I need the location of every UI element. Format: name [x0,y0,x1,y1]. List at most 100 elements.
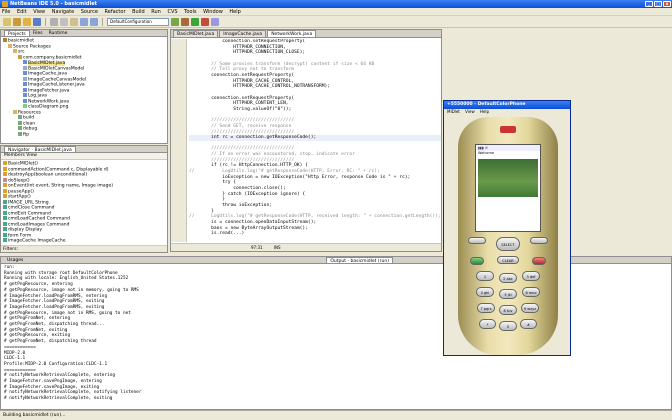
member-item[interactable]: imageCache ImageCache [3,238,165,244]
file-icon [23,65,27,70]
emulator-menu-help[interactable]: Help [480,109,489,114]
navigator-title[interactable]: Navigator - BasicMIDlet.java [4,146,76,153]
toolbar-separator [102,17,103,26]
folder-icon [8,43,12,48]
netbeans-app-icon [2,1,8,7]
tab-runtime[interactable]: Runtime [46,30,71,36]
maximize-button[interactable]: □ [654,1,662,7]
menu-tools[interactable]: Tools [184,9,196,15]
project-icon [3,38,7,42]
field-icon [3,216,7,220]
window-title-bar[interactable]: NetBeans IDE 5.0 - basicmidlet _ □ x [0,0,672,8]
soccer-image [478,159,538,197]
editor-tab-networkwork[interactable]: NetworkWork.java [267,30,317,37]
java-file-icon [23,71,27,75]
key-3[interactable]: 3 def [522,271,540,281]
debug-icon[interactable] [201,17,209,26]
configuration-select[interactable]: DefaultConfiguration [107,17,169,26]
menu-bar: File Edit View Navigate Source Refactor … [0,8,672,16]
folder-icon [13,109,17,114]
editor-tab-basicmidlet[interactable]: BasicMIDlet.java [173,30,219,37]
emulator-menu-midlet[interactable]: MIDlet [447,109,460,114]
tab-projects[interactable]: Projects [4,30,30,37]
select-key[interactable]: SELECT [496,237,520,251]
menu-file[interactable]: File [2,9,10,15]
tab-usages[interactable]: Usages [4,257,26,263]
java-file-icon [23,98,27,103]
editor-gutter[interactable] [171,39,187,242]
menu-source[interactable]: Source [81,9,98,15]
key-2[interactable]: 2 abc [499,273,517,283]
key-hash[interactable]: # [520,319,537,329]
emulator-menu-view[interactable]: View [465,109,475,114]
menu-window[interactable]: Window [203,9,223,15]
key-8[interactable]: 8 tuv [499,305,517,315]
tab-output[interactable]: Output - basicmidlet (run) [326,257,393,264]
ide-status-bar: Building basicmidlet (run)... [0,410,672,420]
method-icon [3,166,7,171]
phone-body: ▮▮▮ ✉ Welcome SELECT CLEAR 1 2 abc 3 def… [458,117,558,355]
menu-edit[interactable]: Edit [17,9,27,15]
method-icon [3,172,7,176]
menu-navigate[interactable]: Navigate [52,9,74,15]
key-5[interactable]: 5 jkl [499,289,517,299]
key-4[interactable]: 4 ghi [476,287,494,297]
java-file-icon [23,87,27,92]
redo-icon[interactable] [90,17,98,26]
cut-icon[interactable] [50,17,58,26]
new-file-icon[interactable] [3,17,11,26]
menu-refactor[interactable]: Refactor [105,9,126,15]
menu-run[interactable]: Run [151,9,161,15]
clean-build-icon[interactable] [181,17,189,26]
file-icon [23,76,27,81]
editor-tab-imagecache[interactable]: ImageCache.java [219,30,267,37]
end-key[interactable] [532,257,546,265]
menu-cvs[interactable]: CVS [167,9,177,15]
code-editor: BasicMIDlet.java ImageCache.java Network… [170,29,442,252]
build-icon[interactable] [171,17,179,26]
key-7[interactable]: 7 pqrs [477,303,495,313]
run-icon[interactable] [191,17,199,26]
left-soft-key[interactable] [468,237,486,244]
project-tree: basicmidlet Source Packages src com.comp… [1,37,167,138]
field-icon [3,238,7,242]
code-area[interactable]: connection.setRequestProperty( HTTPHDR_C… [189,39,441,242]
java-file-icon [23,60,27,64]
key-star[interactable]: * [479,319,496,329]
copy-icon[interactable] [60,17,68,26]
key-0[interactable]: 0 [499,321,517,331]
code-line[interactable]: is.read(...) [189,231,441,237]
undo-icon[interactable] [80,17,88,26]
profile-icon[interactable] [211,17,219,26]
new-project-icon[interactable] [13,17,21,26]
open-project-icon[interactable] [23,17,31,26]
minimize-button[interactable]: _ [645,1,653,7]
java-file-icon [23,93,27,97]
save-all-icon[interactable] [33,17,41,26]
right-soft-key[interactable] [530,237,548,244]
tree-node[interactable]: ftp [3,131,165,137]
close-button[interactable]: x [663,1,671,7]
cursor-position: 97:31 [251,245,263,250]
emulator-title[interactable]: +5550000 - DefaultColorPhone [444,101,570,109]
menu-help[interactable]: Help [229,9,240,15]
key-6[interactable]: 6 mno [522,287,540,297]
constructor-icon [3,161,7,165]
clear-key[interactable]: CLEAR [497,256,519,264]
phone-screen[interactable]: ▮▮▮ ✉ Welcome [475,144,541,232]
menu-view[interactable]: View [33,9,45,15]
emulator-window[interactable]: +5550000 - DefaultColorPhone MIDlet View… [443,100,571,356]
paste-icon[interactable] [70,17,78,26]
navigator-view-select[interactable]: Members View [1,153,167,160]
method-icon [3,194,7,198]
target-icon [18,115,22,119]
field-icon [3,205,7,209]
key-9[interactable]: 9 wxyz [521,303,539,313]
tab-files[interactable]: Files [30,30,46,36]
key-1[interactable]: 1 [476,271,494,281]
call-key[interactable] [470,257,484,265]
filters-label: Filters: [3,247,19,252]
build-status: Building basicmidlet (run)... [3,413,66,418]
window-title: NetBeans IDE 5.0 - basicmidlet [10,1,98,7]
menu-build[interactable]: Build [132,9,145,15]
